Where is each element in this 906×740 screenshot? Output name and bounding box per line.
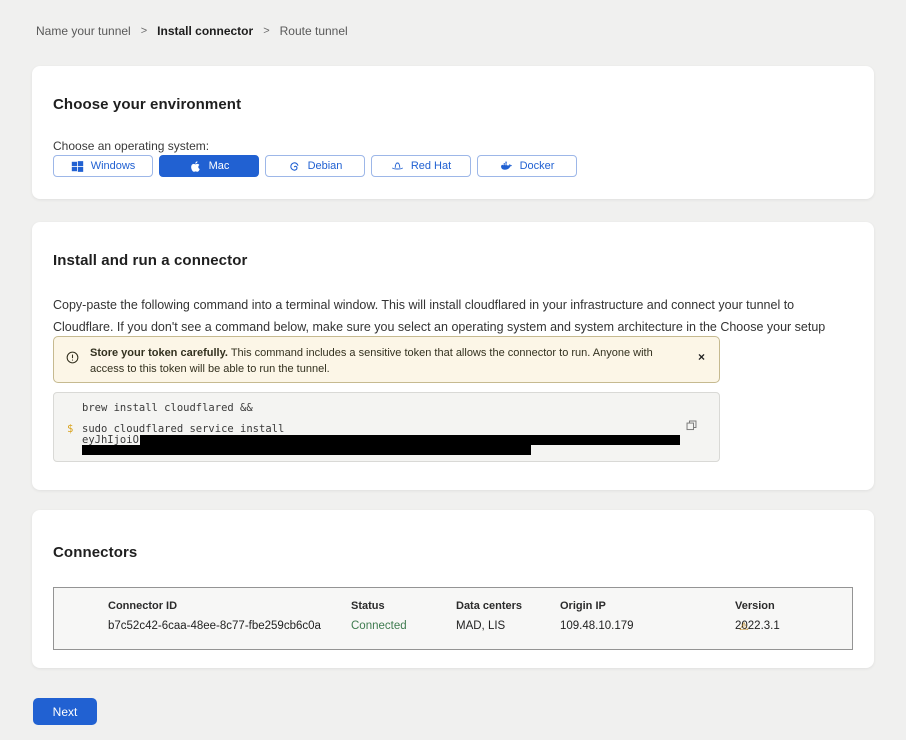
breadcrumb-separator: > [141,25,147,37]
header-connector-id: Connector ID [108,600,177,612]
header-version: Version [735,600,775,612]
breadcrumb: Name your tunnel > Install connector > R… [36,24,348,38]
copy-icon[interactable] [685,419,698,432]
os-button-label: Docker [520,160,555,172]
install-card-title: Install and run a connector [53,252,247,269]
apple-logo-icon [189,160,202,173]
token-warning-banner: Store your token carefully. This command… [53,336,720,383]
status-badge: Connected [351,620,407,632]
install-connector-card: Install and run a connector Copy-paste t… [32,222,874,490]
environment-card-title: Choose your environment [53,96,241,113]
os-button-label: Debian [308,160,343,172]
code-line-brew: brew install cloudflared && [82,402,253,414]
windows-logo-icon [71,160,84,173]
data-centers-value: MAD, LIS [456,620,505,632]
connectors-card: Connectors Connector ID Status Data cent… [32,510,874,668]
breadcrumb-separator: > [263,25,269,37]
connectors-card-title: Connectors [53,544,137,561]
warning-bold-text: Store your token carefully. [90,347,228,359]
redacted-token-bar [82,445,531,455]
breadcrumb-install-connector[interactable]: Install connector [157,24,253,38]
os-button-docker[interactable]: Docker [477,155,577,177]
os-button-label: Mac [209,160,230,172]
docker-logo-icon [500,160,513,173]
connector-id-value: b7c52c42-6caa-48ee-8c77-fbe259cb6c0a [108,620,321,632]
origin-ip-value: 109.48.10.179 [560,620,634,632]
alert-circle-icon [66,351,79,364]
os-button-redhat[interactable]: Red Hat [371,155,471,177]
warning-triangle-icon: ⚠ [739,620,749,633]
os-button-windows[interactable]: Windows [53,155,153,177]
close-icon[interactable]: × [698,351,705,363]
breadcrumb-route-tunnel[interactable]: Route tunnel [280,24,348,38]
next-button[interactable]: Next [33,698,97,725]
redhat-logo-icon [391,160,404,173]
connectors-table: Connector ID Status Data centers Origin … [53,587,853,650]
os-button-debian[interactable]: Debian [265,155,365,177]
install-command-code-block: brew install cloudflared && $ sudo cloud… [53,392,720,462]
header-origin-ip: Origin IP [560,600,606,612]
redacted-token-bar [140,435,680,445]
choose-environment-card: Choose your environment Choose an operat… [32,66,874,199]
shell-prompt: $ [67,423,73,435]
os-button-row: Windows Mac Debian Red Hat Docker [53,155,577,177]
header-data-centers: Data centers [456,600,522,612]
header-status: Status [351,600,385,612]
os-button-label: Windows [91,160,136,172]
os-button-mac[interactable]: Mac [159,155,259,177]
os-button-label: Red Hat [411,160,451,172]
os-select-label: Choose an operating system: [53,139,209,153]
debian-logo-icon [288,160,301,173]
breadcrumb-name-your-tunnel[interactable]: Name your tunnel [36,24,131,38]
